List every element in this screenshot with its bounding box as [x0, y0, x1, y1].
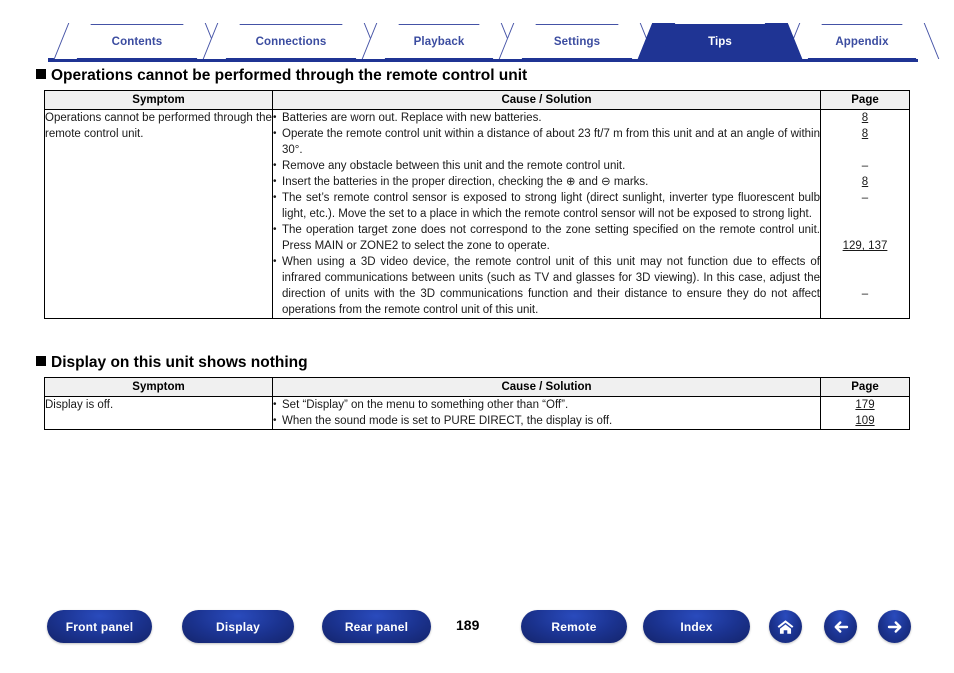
- section-heading-display: Display on this unit shows nothing: [36, 354, 308, 372]
- page-ref: 8: [821, 174, 909, 190]
- tab-contents[interactable]: Contents: [72, 24, 202, 58]
- list-item: When the sound mode is set to PURE DIREC…: [273, 413, 820, 429]
- table-header-row: Symptom Cause / Solution Page: [44, 90, 910, 110]
- footer-button-remote[interactable]: Remote: [521, 610, 627, 643]
- cell-cause: Set “Display” on the menu to something o…: [272, 396, 821, 430]
- column-header-page: Page: [820, 377, 910, 397]
- footer-button-display[interactable]: Display: [182, 610, 294, 643]
- footer-button-index[interactable]: Index: [643, 610, 750, 643]
- column-header-symptom: Symptom: [44, 90, 273, 110]
- table-remote-control: Symptom Cause / Solution Page Operations…: [44, 90, 910, 319]
- footer-button-display-label: Display: [215, 619, 261, 634]
- arrow-left-icon: [831, 618, 851, 636]
- tab-tips-label: Tips: [708, 35, 732, 48]
- list-item: When using a 3D video device, the remote…: [273, 254, 820, 318]
- footer-button-index-label: Index: [680, 619, 713, 634]
- section-heading-remote-control: Operations cannot be performed through t…: [36, 67, 527, 85]
- page-ref: 8: [821, 110, 909, 126]
- page-number: 189: [456, 617, 480, 633]
- table-header-row: Symptom Cause / Solution Page: [44, 377, 910, 397]
- column-header-page: Page: [820, 90, 910, 110]
- cell-page: 179 109: [820, 396, 910, 430]
- list-item: The operation target zone does not corre…: [273, 222, 820, 254]
- tab-connections[interactable]: Connections: [221, 24, 361, 58]
- table-row: Display is off. Set “Display” on the men…: [44, 396, 910, 430]
- page-link[interactable]: 179: [855, 399, 874, 411]
- page-link[interactable]: 8: [862, 176, 868, 188]
- page-ref: 179: [821, 397, 909, 413]
- page-dash: –: [861, 192, 869, 204]
- section-heading-display-text: Display on this unit shows nothing: [51, 354, 308, 371]
- forward-button[interactable]: [878, 610, 911, 643]
- footer-button-remote-label: Remote: [551, 619, 597, 634]
- list-item: The set’s remote control sensor is expos…: [273, 190, 820, 222]
- back-button[interactable]: [824, 610, 857, 643]
- page-link[interactable]: 109: [855, 415, 874, 427]
- table-display: Symptom Cause / Solution Page Display is…: [44, 377, 910, 430]
- page-link-list: 179 109: [821, 397, 909, 429]
- tab-tips[interactable]: Tips: [656, 24, 784, 58]
- cause-list: Set “Display” on the menu to something o…: [273, 397, 820, 429]
- table-row: Operations cannot be performed through t…: [44, 109, 910, 319]
- page-dash: –: [861, 160, 869, 172]
- list-item: Insert the batteries in the proper direc…: [273, 174, 820, 190]
- footer-navigation: Front panel Display Rear panel Remote In…: [0, 600, 954, 660]
- page-ref: 129, 137: [821, 238, 909, 254]
- page-ref: 8: [821, 126, 909, 142]
- list-item: Batteries are worn out. Replace with new…: [273, 110, 820, 126]
- list-item: Operate the remote control unit within a…: [273, 126, 820, 158]
- footer-button-front-panel[interactable]: Front panel: [47, 610, 152, 643]
- page-ref: 109: [821, 413, 909, 429]
- home-icon: [776, 618, 795, 636]
- document-page: Contents Connections Playback Settings T…: [0, 0, 954, 673]
- page-ref: –: [821, 190, 909, 206]
- page-dash: –: [861, 288, 869, 300]
- tab-playback[interactable]: Playback: [380, 24, 498, 58]
- cell-page: 8 8 – 8 – 129, 137 –: [820, 109, 910, 319]
- column-header-cause: Cause / Solution: [272, 90, 821, 110]
- bullet-square-icon: [36, 356, 46, 366]
- list-item: Set “Display” on the menu to something o…: [273, 397, 820, 413]
- cause-list: Batteries are worn out. Replace with new…: [273, 110, 820, 318]
- column-header-symptom: Symptom: [44, 377, 273, 397]
- footer-button-rear-panel-label: Rear panel: [344, 619, 409, 634]
- section-heading-remote-control-text: Operations cannot be performed through t…: [51, 67, 528, 84]
- cell-symptom: Display is off.: [44, 396, 273, 430]
- top-tab-bar: Contents Connections Playback Settings T…: [30, 22, 921, 62]
- column-header-cause: Cause / Solution: [272, 377, 821, 397]
- tab-appendix[interactable]: Appendix: [803, 24, 921, 58]
- arrow-right-icon: [885, 618, 905, 636]
- cell-symptom: Operations cannot be performed through t…: [44, 109, 273, 319]
- tab-contents-label: Contents: [111, 35, 163, 48]
- tab-settings-label: Settings: [553, 35, 601, 48]
- home-button[interactable]: [769, 610, 802, 643]
- cell-cause: Batteries are worn out. Replace with new…: [272, 109, 821, 319]
- tab-appendix-label: Appendix: [835, 35, 889, 48]
- page-ref: –: [821, 286, 909, 302]
- page-link[interactable]: 8: [862, 128, 868, 140]
- page-ref: –: [821, 158, 909, 174]
- bullet-square-icon: [36, 69, 46, 79]
- tab-connections-label: Connections: [255, 35, 327, 48]
- tab-playback-label: Playback: [413, 35, 465, 48]
- tab-settings[interactable]: Settings: [517, 24, 637, 58]
- page-link-pair[interactable]: 129, 137: [843, 240, 888, 252]
- footer-button-front-panel-label: Front panel: [65, 619, 134, 634]
- page-link-list: 8 8 – 8 – 129, 137 –: [821, 110, 909, 302]
- footer-button-rear-panel[interactable]: Rear panel: [322, 610, 431, 643]
- page-link[interactable]: 8: [862, 112, 868, 124]
- list-item: Remove any obstacle between this unit an…: [273, 158, 820, 174]
